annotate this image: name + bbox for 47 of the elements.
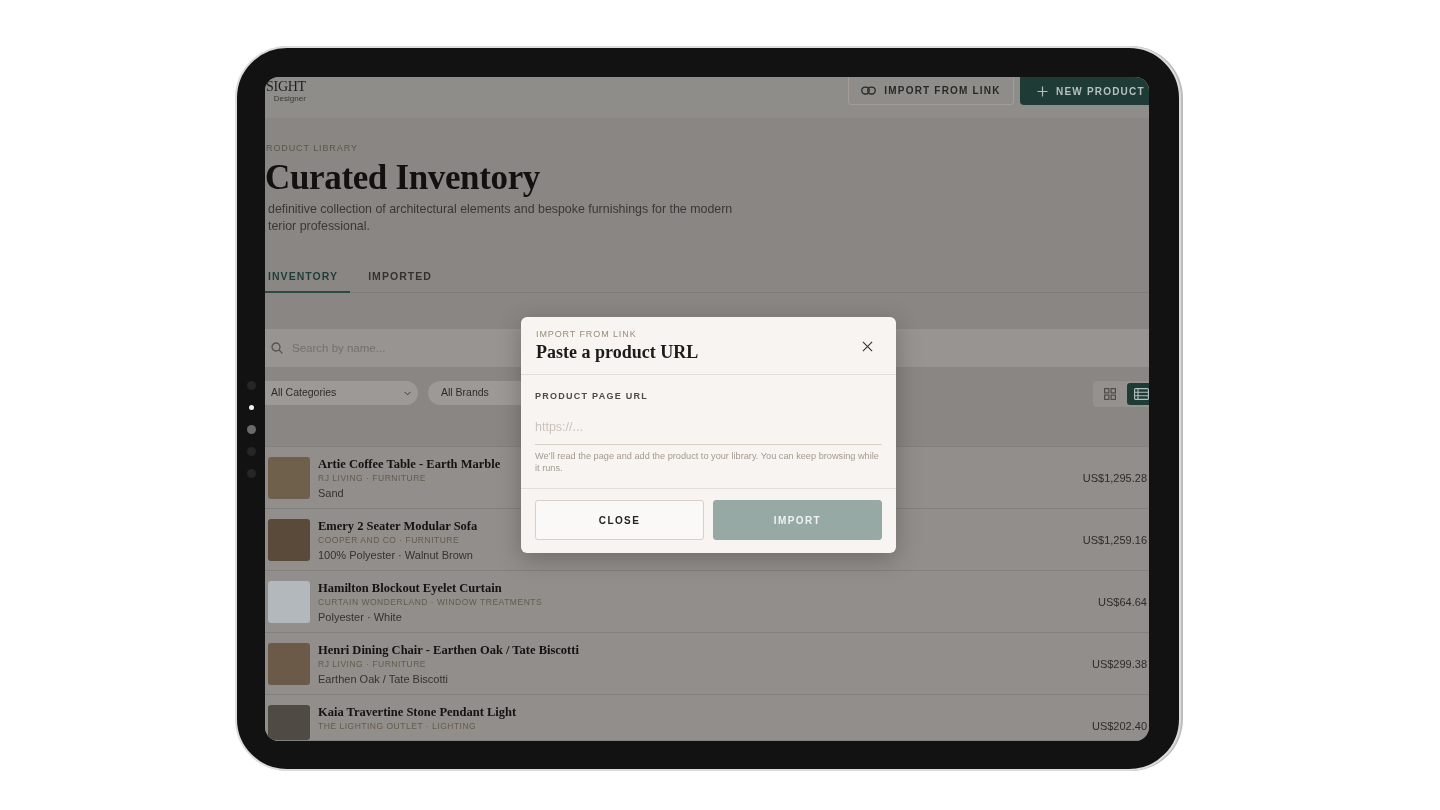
import-from-link-button[interactable]: IMPORT FROM LINK: [848, 77, 1014, 105]
new-product-button[interactable]: NEW PRODUCT: [1020, 77, 1149, 105]
field-help-text: We’ll read the page and add the product to your library. You can keep browsing while it runs.: [535, 450, 880, 474]
link-icon: [861, 86, 877, 95]
product-details: 100% Polyester · Walnut Brown: [318, 548, 473, 563]
chevron-down-icon: [404, 390, 411, 396]
tab[interactable]: IMPORTED: [368, 264, 432, 293]
product-name: Kaia Travertine Stone Pendant Light: [318, 705, 517, 720]
product-price: US$1,295.28: [1082, 471, 1147, 485]
logo-wordmark: SIGHT: [266, 80, 306, 94]
photo-placeholder: [268, 457, 310, 499]
product-name: Henri Dining Chair - Earthen Oak / Tate Biscotti: [318, 643, 579, 658]
page-description: definitive collection of architectural elements and bespoke furnishings for the modern terior professional.: [267, 201, 734, 235]
product-details: Sand: [318, 486, 344, 501]
photo-placeholder: [268, 581, 310, 623]
tab[interactable]: INVENTORY: [265, 264, 351, 293]
photo-placeholder: [268, 519, 310, 561]
close-icon: [861, 340, 873, 352]
search-icon: [271, 342, 283, 354]
product-details: Polyester · White: [318, 610, 402, 625]
page-title: Curated Inventory: [265, 159, 540, 197]
product-price: US$299.38: [1091, 657, 1147, 671]
dialog-eyebrow: IMPORT FROM LINK: [536, 329, 637, 339]
field-label: PRODUCT PAGE URL: [535, 391, 648, 401]
product-price: US$64.64: [1098, 595, 1147, 609]
product-meta: RJ LIVING · FURNITURE: [318, 658, 426, 671]
list-icon: [1134, 388, 1149, 400]
plus-icon: [1037, 85, 1048, 97]
product-details: Earthen Oak / Tate Biscotti: [318, 672, 449, 687]
filter-select[interactable]: All Categories: [265, 381, 418, 405]
product-price: US$1,259.16: [1082, 533, 1147, 547]
logo-tagline: Designer: [273, 94, 306, 103]
product-name: Emery 2 Seater Modular Sofa: [318, 519, 478, 534]
close-dialog-button[interactable]: CLOSE: [535, 500, 704, 540]
list-view-button[interactable]: [1127, 383, 1149, 405]
product-price: US$202.40: [1091, 719, 1147, 733]
photo-placeholder: [268, 705, 310, 740]
product-meta: RJ LIVING · FURNITURE: [318, 472, 426, 485]
grid-icon: [1104, 388, 1116, 400]
filter-select[interactable]: All Brands: [428, 381, 521, 405]
product-meta: THE LIGHTING OUTLET · LIGHTING: [318, 720, 477, 733]
product-name: Artie Coffee Table - Earth Marble: [318, 457, 501, 472]
photo-placeholder: [268, 643, 310, 685]
dialog-title: Paste a product URL: [536, 341, 699, 363]
product-name: Hamilton Blockout Eyelet Curtain: [318, 581, 502, 596]
section-eyebrow: RODUCT LIBRARY: [265, 143, 358, 153]
product-meta: CURTAIN WONDERLAND · WINDOW TREATMENTS: [318, 596, 543, 609]
